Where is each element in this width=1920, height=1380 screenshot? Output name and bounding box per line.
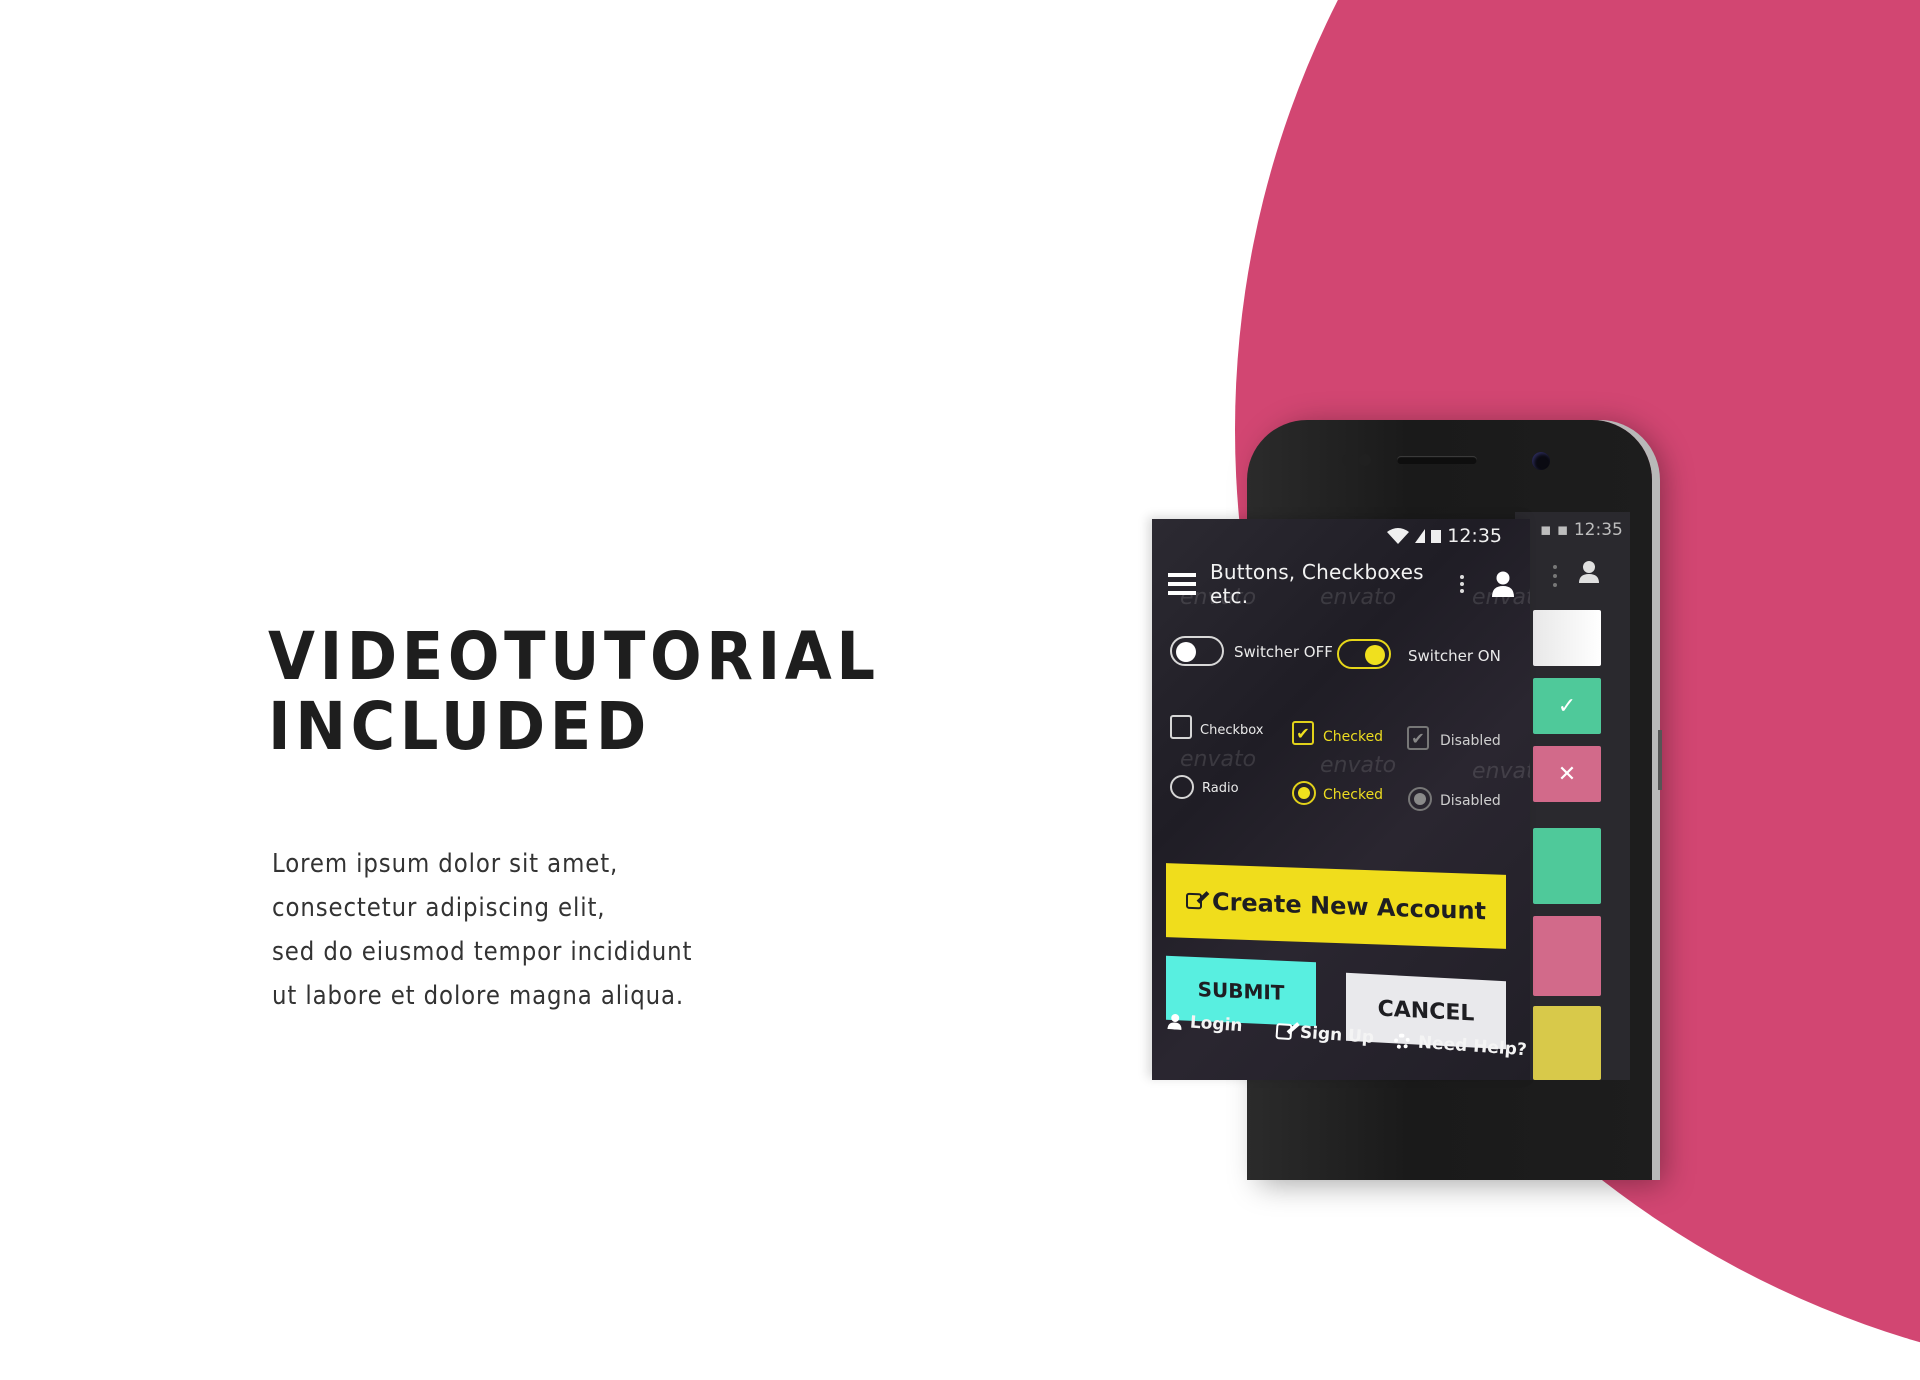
status-time: 12:35: [1447, 525, 1502, 547]
switch-on-label: Switcher ON: [1408, 647, 1501, 665]
create-account-button[interactable]: Create New Account: [1166, 863, 1506, 949]
create-account-label: Create New Account: [1211, 887, 1487, 926]
side-button: [1658, 730, 1662, 790]
radio-label: Radio: [1202, 781, 1239, 796]
radio-checked-label: Checked: [1323, 787, 1384, 803]
body-line: Lorem ipsum dolor sit amet,: [272, 849, 619, 879]
tile-pink-close: ✕: [1533, 746, 1601, 802]
back-user-icon: [1579, 561, 1599, 583]
login-label: Login: [1189, 1012, 1244, 1037]
tile-white: [1533, 610, 1601, 666]
edit-icon: [1275, 1023, 1293, 1041]
checkbox-checked[interactable]: ✔: [1292, 721, 1314, 745]
watermark: envato: [1472, 759, 1530, 784]
status-bar: 12:35: [1387, 525, 1502, 547]
body-line: sed do eiusmod tempor incididunt: [272, 937, 693, 967]
speaker-grille: [1397, 456, 1477, 464]
switch-off-toggle[interactable]: [1170, 636, 1224, 666]
body-line: ut labore et dolore magna aliqua.: [272, 981, 685, 1011]
switch-knob: [1176, 642, 1196, 662]
body-text: Lorem ipsum dolor sit amet, consectetur …: [272, 842, 692, 1018]
user-icon[interactable]: [1492, 571, 1514, 597]
back-kebab-icon: [1553, 565, 1557, 587]
radio-disabled-label: Disabled: [1440, 793, 1501, 809]
lifebuoy-icon: [1393, 1033, 1411, 1051]
body-line: consectetur adipiscing elit,: [272, 893, 606, 923]
switch-on-toggle[interactable]: [1337, 639, 1391, 669]
switch-knob: [1365, 645, 1385, 665]
help-link[interactable]: Need Help?: [1393, 1031, 1527, 1060]
radio-unselected[interactable]: [1170, 775, 1194, 799]
headline: VIDEOTUTORIAL INCLUDED: [268, 622, 880, 762]
sensor-icon: [1359, 454, 1371, 466]
checkbox-disabled-label: Disabled: [1440, 733, 1501, 749]
edit-icon: [1185, 892, 1202, 910]
login-link[interactable]: Login: [1167, 1011, 1243, 1036]
user-icon: [1167, 1013, 1182, 1030]
checkbox-label: Checkbox: [1200, 723, 1264, 738]
checkbox-unchecked[interactable]: [1170, 715, 1192, 739]
hamburger-icon[interactable]: [1168, 573, 1196, 595]
app-title: Buttons, Checkboxes etc.: [1210, 560, 1424, 608]
wifi-icon: [1387, 528, 1410, 544]
switch-off-label: Switcher OFF: [1234, 643, 1333, 661]
checkbox-disabled: ✔: [1407, 726, 1429, 750]
back-status-time: 12:35: [1573, 520, 1623, 540]
sensor-icon: [1342, 454, 1354, 466]
front-camera-icon: [1532, 452, 1550, 470]
app-bar: Buttons, Checkboxes etc.: [1168, 559, 1514, 609]
checkbox-checked-label: Checked: [1323, 729, 1384, 745]
tile-pink: [1533, 916, 1601, 996]
close-icon: ✕: [1557, 761, 1577, 787]
watermark: envato: [1180, 747, 1257, 772]
back-status-bar: ▪ ▪ 12:35: [1540, 520, 1623, 540]
headline-line-1: VIDEOTUTORIAL: [268, 618, 880, 695]
ui-kit-screen: envato envato envato envato envato envat…: [1152, 519, 1530, 1080]
radio-selected[interactable]: [1292, 781, 1316, 805]
watermark: envato: [1320, 753, 1397, 778]
tile-green: [1533, 828, 1601, 904]
radio-disabled: [1408, 787, 1432, 811]
check-icon: ✓: [1557, 693, 1577, 719]
signup-label: Sign Up: [1299, 1022, 1375, 1048]
tile-green-check: ✓: [1533, 678, 1601, 734]
battery-icon: [1431, 529, 1442, 543]
help-label: Need Help?: [1417, 1032, 1528, 1061]
signal-icon: [1415, 529, 1426, 543]
headline-line-2: INCLUDED: [268, 688, 651, 765]
kebab-icon[interactable]: [1460, 575, 1464, 593]
tile-yellow: [1533, 1006, 1601, 1080]
